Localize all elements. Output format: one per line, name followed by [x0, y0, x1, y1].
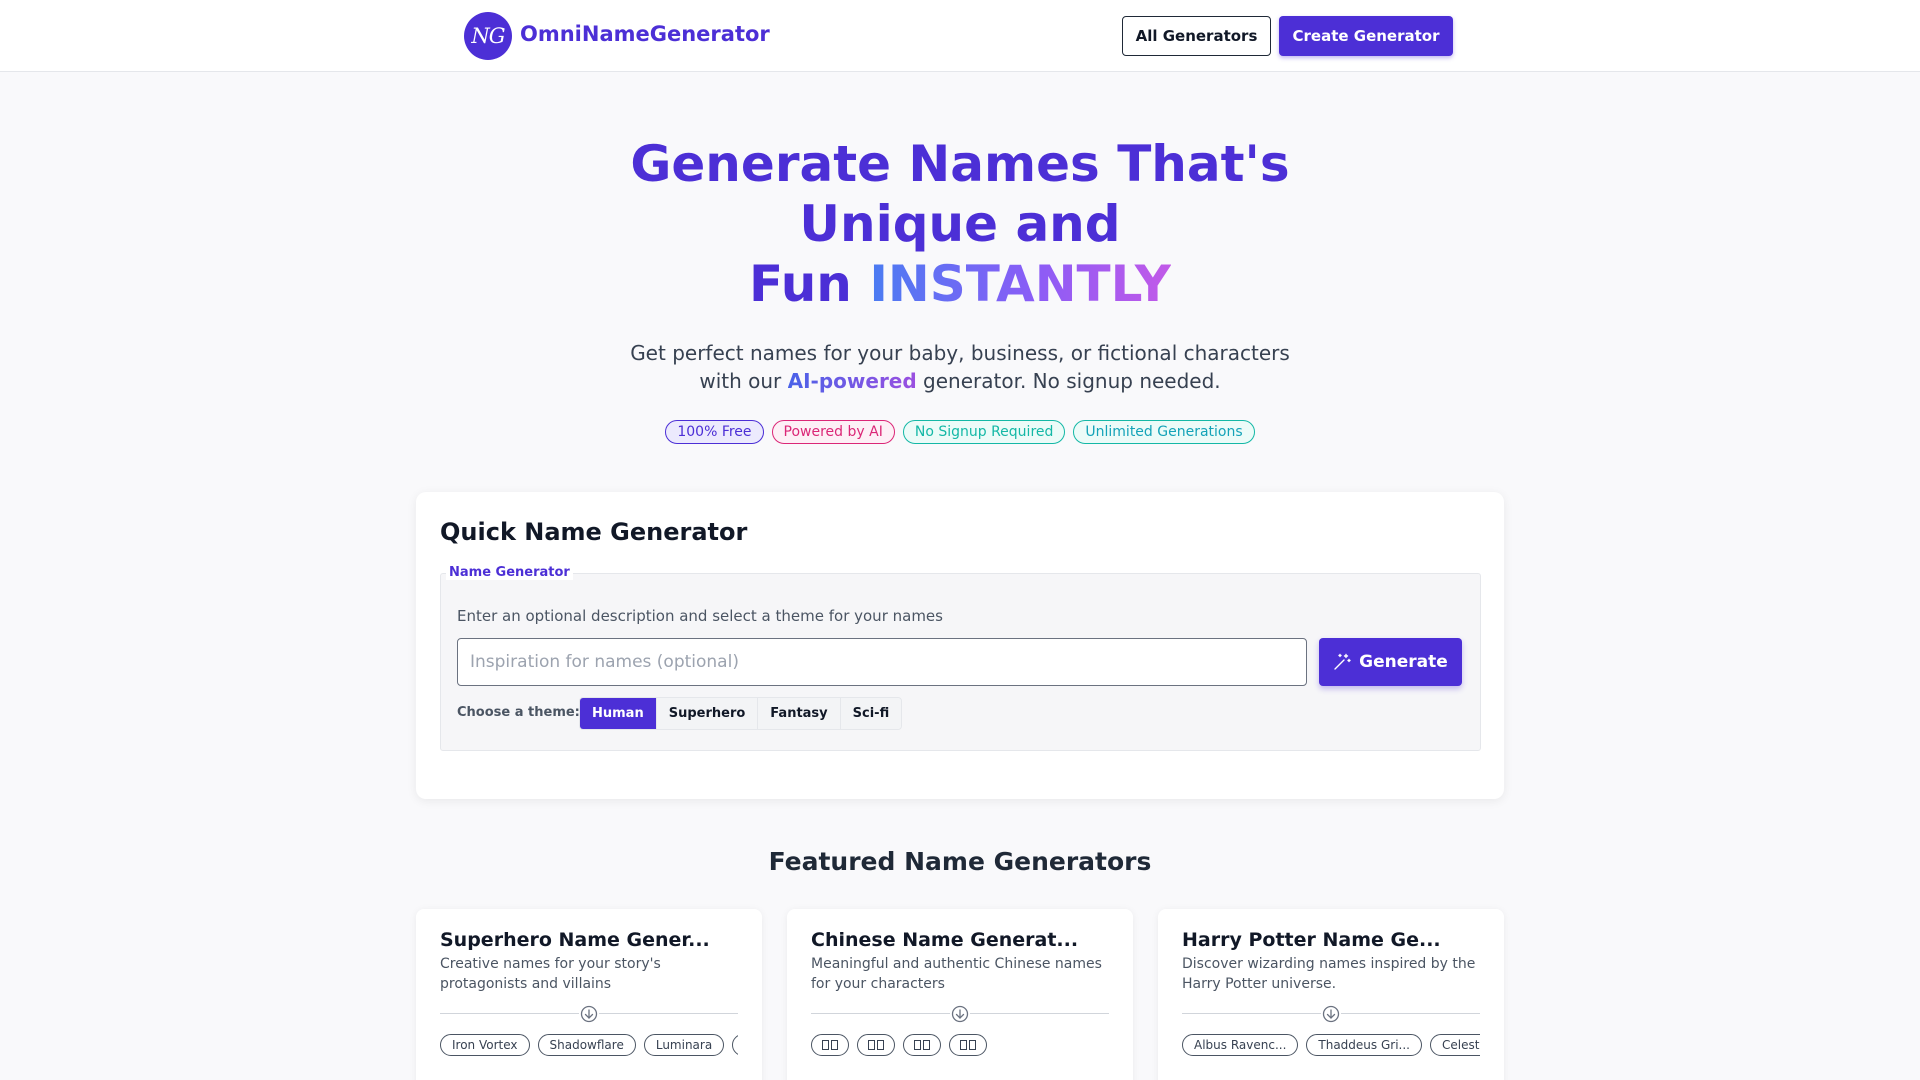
featured-title: Featured Name Generators	[768, 847, 1152, 876]
sample-names: Albus Ravenc... Thaddeus Gri... Celestia	[1182, 1034, 1480, 1058]
arrow-down-circle-icon[interactable]	[1321, 1004, 1341, 1024]
ai-powered-highlight: AI-powered	[787, 369, 917, 393]
hero-title-line3: Fun	[749, 255, 870, 313]
name-chip[interactable]: C	[732, 1034, 738, 1056]
name-chip[interactable]: Albus Ravenc...	[1182, 1034, 1299, 1056]
top-nav: NG OmniNameGenerator All Generators Crea…	[0, 0, 1920, 72]
card-description: Discover wizarding names inspired by the…	[1182, 956, 1476, 992]
sample-names	[811, 1034, 1109, 1058]
hero-sub-line2b: generator. No signup needed.	[916, 369, 1221, 393]
name-chip[interactable]	[903, 1034, 941, 1056]
hero-title-highlight: INSTANTLY	[869, 255, 1171, 313]
card-title: Chinese Name Generat...	[811, 929, 1079, 951]
all-generators-button[interactable]: All Generators	[1122, 16, 1271, 56]
quick-generator-title: Quick Name Generator	[440, 518, 748, 546]
brand-name[interactable]: OmniNameGenerator	[520, 22, 770, 46]
generator-card-superhero[interactable]: Superhero Name Gener... Creative names f…	[416, 909, 762, 1080]
badge-no-signup: No Signup Required	[902, 420, 1066, 444]
hero-sub-line1: Get perfect names for your baby, busines…	[630, 341, 1290, 365]
logo-icon[interactable]: NG	[464, 12, 512, 60]
generator-card-harry-potter[interactable]: Harry Potter Name Ge... Discover wizardi…	[1158, 909, 1504, 1080]
name-chip[interactable]: Thaddeus Gri...	[1306, 1034, 1422, 1056]
name-chip[interactable]	[949, 1034, 987, 1056]
theme-selector: Human Superhero Fantasy Sci-fi	[579, 697, 903, 730]
hero-title-line2: Unique and	[799, 195, 1121, 253]
create-generator-button[interactable]: Create Generator	[1279, 16, 1453, 56]
hero-title: Generate Names That's Unique and Fun INS…	[560, 134, 1360, 314]
sample-names: Iron Vortex Shadowflare Luminara C	[440, 1034, 738, 1058]
magic-wand-icon	[1334, 653, 1351, 670]
generator-hint: Enter an optional description and select…	[457, 607, 943, 625]
inspiration-input[interactable]	[457, 638, 1307, 686]
name-chip[interactable]	[857, 1034, 895, 1056]
card-description: Meaningful and authentic Chinese names f…	[811, 956, 1102, 992]
theme-label: Choose a theme:	[457, 705, 580, 720]
hero-sub-line2a: with our	[699, 369, 788, 393]
theme-scifi[interactable]: Sci-fi	[840, 698, 902, 729]
card-description: Creative names for your story's protagon…	[440, 956, 661, 992]
name-chip[interactable]: Luminara	[643, 1034, 725, 1056]
generate-button[interactable]: Generate	[1319, 638, 1462, 686]
arrow-down-circle-icon[interactable]	[950, 1004, 970, 1024]
badge-free: 100% Free	[665, 420, 764, 444]
card-title: Harry Potter Name Ge...	[1182, 929, 1441, 951]
theme-human[interactable]: Human	[580, 698, 657, 729]
theme-superhero[interactable]: Superhero	[656, 698, 759, 729]
theme-fantasy[interactable]: Fantasy	[758, 698, 841, 729]
name-chip[interactable]: Iron Vortex	[440, 1034, 530, 1056]
generate-button-label: Generate	[1359, 652, 1448, 672]
name-generator-legend: Name Generator	[446, 565, 573, 580]
name-chip[interactable]: Celestia	[1429, 1034, 1480, 1056]
hero-subtitle: Get perfect names for your baby, busines…	[560, 339, 1360, 395]
feature-badges: 100% Free Powered by AI No Signup Requir…	[0, 420, 1920, 444]
name-chip[interactable]: Shadowflare	[537, 1034, 636, 1056]
arrow-down-circle-icon[interactable]	[579, 1004, 599, 1024]
generator-card-chinese[interactable]: Chinese Name Generat... Meaningful and a…	[787, 909, 1133, 1080]
badge-ai: Powered by AI	[771, 420, 895, 444]
badge-unlimited: Unlimited Generations	[1073, 420, 1255, 444]
card-title: Superhero Name Gener...	[440, 929, 710, 951]
hero-title-line1: Generate Names That's	[630, 135, 1290, 193]
name-chip[interactable]	[811, 1034, 849, 1056]
